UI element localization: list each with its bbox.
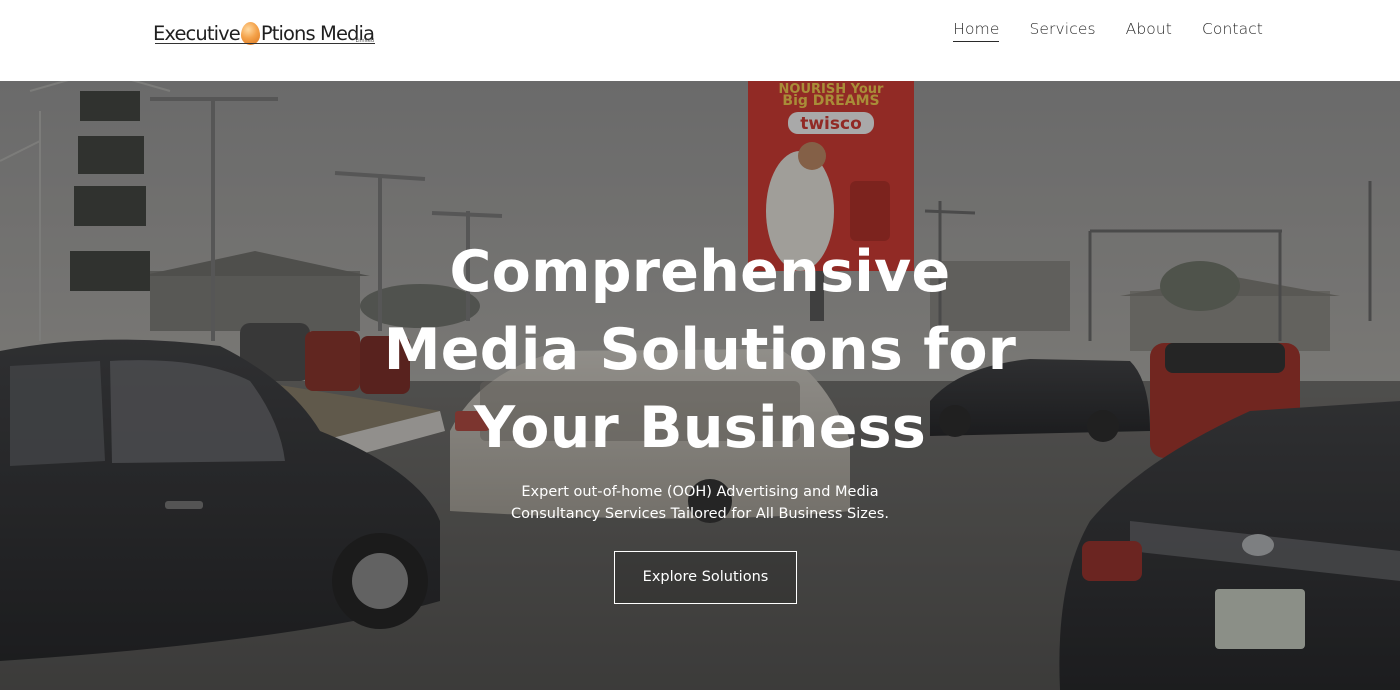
logo[interactable]: Executive Ptions Media Limited: [153, 16, 375, 46]
main-nav: Home Services About Contact: [953, 20, 1263, 42]
hero-section: NOURISH Your Big DREAMS twisco Comprehen…: [0, 81, 1400, 690]
site-header: Executive Ptions Media Limited Home Serv…: [0, 0, 1400, 81]
hero-title: Comprehensive Media Solutions for Your B…: [300, 233, 1100, 467]
logo-egg-icon: [240, 22, 260, 45]
nav-contact[interactable]: Contact: [1202, 20, 1263, 42]
nav-services[interactable]: Services: [1029, 20, 1095, 42]
hero-subtitle: Expert out-of-home (OOH) Advertising and…: [450, 481, 950, 525]
nav-home[interactable]: Home: [953, 20, 1000, 42]
explore-solutions-button[interactable]: Explore Solutions: [614, 551, 797, 604]
nav-about[interactable]: About: [1126, 20, 1172, 42]
hero-subtitle-line-2: Consultancy Services Tailored for All Bu…: [511, 506, 889, 522]
hero-title-line-2: Media Solutions for: [383, 317, 1017, 383]
logo-tagline: Limited: [355, 38, 375, 44]
hero-title-line-3: Your Business: [473, 395, 927, 461]
logo-underline: [155, 43, 375, 44]
hero-content: Comprehensive Media Solutions for Your B…: [0, 81, 1400, 690]
hero-title-line-1: Comprehensive: [449, 239, 951, 305]
hero-subtitle-line-1: Expert out-of-home (OOH) Advertising and…: [521, 484, 879, 500]
